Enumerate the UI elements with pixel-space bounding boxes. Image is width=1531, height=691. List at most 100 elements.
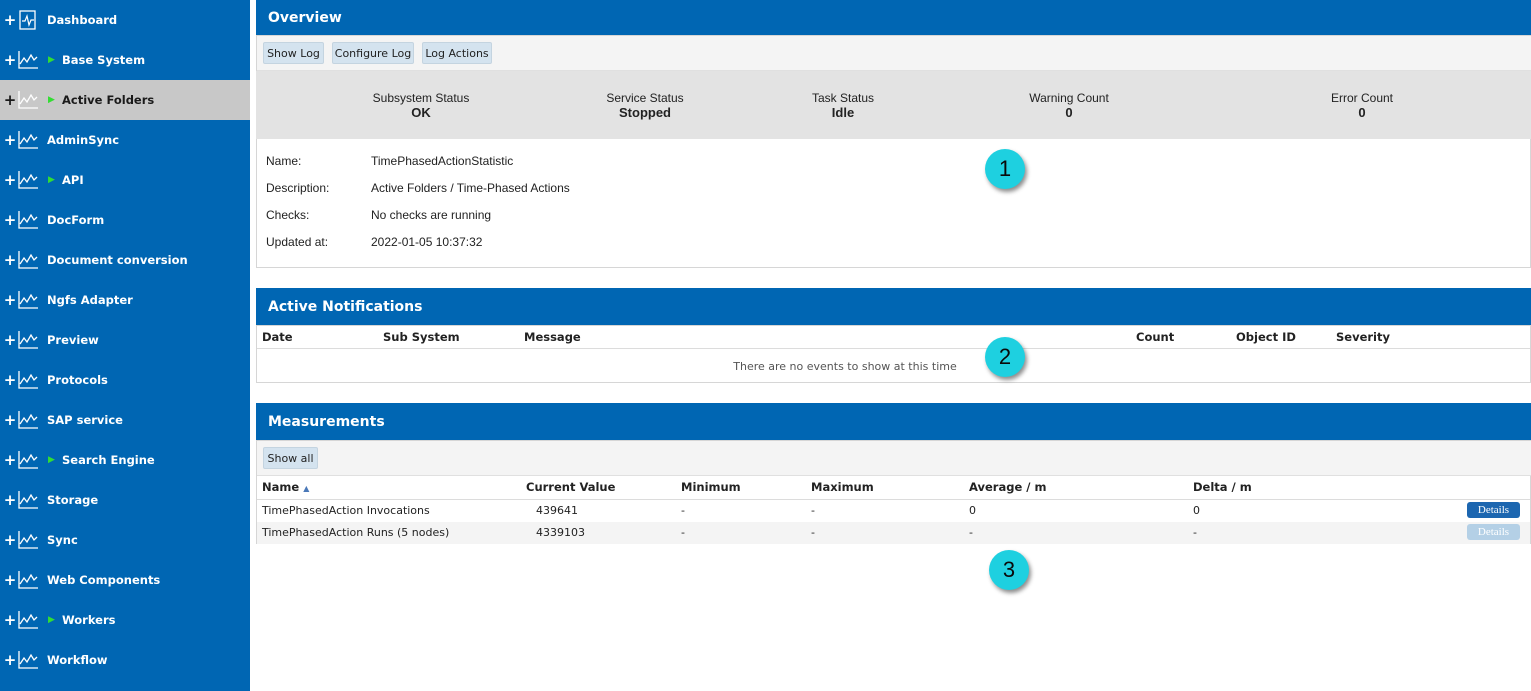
expand-plus-icon[interactable]: + xyxy=(3,451,17,469)
row1-name: TimePhasedAction Invocations xyxy=(262,504,430,517)
sidebar-item-label: Search Engine xyxy=(62,453,155,467)
sidebar-item-label: Storage xyxy=(47,493,99,507)
expand-plus-icon[interactable]: + xyxy=(3,371,17,389)
configure-log-button[interactable]: Configure Log xyxy=(332,42,414,64)
sidebar-item-label: Web Components xyxy=(47,573,161,587)
col-message[interactable]: Message xyxy=(524,330,581,344)
notifications-header-divider xyxy=(257,348,1530,349)
notifications-title: Active Notifications xyxy=(268,298,423,315)
line-chart-icon xyxy=(17,490,39,510)
sidebar-item-dashboard[interactable]: + Dashboard xyxy=(0,0,250,40)
service-status: Service Status Stopped xyxy=(590,91,700,120)
sidebar-item-label: Dashboard xyxy=(47,13,118,27)
measurements-header: Measurements xyxy=(256,403,1531,440)
sidebar-item-protocols[interactable]: + Protocols xyxy=(0,360,250,400)
expand-arrow-icon[interactable]: ▶ xyxy=(48,615,58,625)
sidebar-item-sync[interactable]: + Sync xyxy=(0,520,250,560)
sidebar-item-sap-service[interactable]: + SAP service xyxy=(0,400,250,440)
error-count: Error Count 0 xyxy=(1307,91,1417,120)
sidebar-item-label: Active Folders xyxy=(62,93,155,107)
sidebar-item-web-components[interactable]: + Web Components xyxy=(0,560,250,600)
line-chart-icon xyxy=(17,170,39,190)
sidebar-item-adminsync[interactable]: + AdminSync xyxy=(0,120,250,160)
col-name-label: Name xyxy=(262,480,300,494)
details-button[interactable]: Details xyxy=(1467,502,1520,518)
col-delta[interactable]: Delta / m xyxy=(1193,480,1252,494)
expand-arrow-icon[interactable]: ▶ xyxy=(48,455,58,465)
sidebar-item-workflow[interactable]: + Workflow xyxy=(0,640,250,680)
col-minimum[interactable]: Minimum xyxy=(681,480,741,494)
log-actions-button[interactable]: Log Actions xyxy=(422,42,492,64)
sidebar-item-api[interactable]: + ▶ API xyxy=(0,160,250,200)
sidebar-item-label: AdminSync xyxy=(47,133,120,147)
sidebar-item-workers[interactable]: + ▶ Workers xyxy=(0,600,250,640)
overview-toolbar: Show Log Configure Log Log Actions xyxy=(257,36,1531,71)
sidebar-item-document-conversion[interactable]: + Document conversion xyxy=(0,240,250,280)
sidebar-item-base-system[interactable]: + ▶ Base System xyxy=(0,40,250,80)
task-status: Task Status Idle xyxy=(788,91,898,120)
line-chart-icon xyxy=(17,330,39,350)
expand-arrow-icon[interactable]: ▶ xyxy=(48,55,58,65)
callout-badge: 1 xyxy=(985,149,1025,189)
dashboard-icon xyxy=(17,10,39,30)
sidebar-item-label: SAP service xyxy=(47,413,123,427)
sidebar-item-ngfs-adapter[interactable]: + Ngfs Adapter xyxy=(0,280,250,320)
col-current-value[interactable]: Current Value xyxy=(526,480,615,494)
col-sub-system[interactable]: Sub System xyxy=(383,330,460,344)
subsystem-status: Subsystem Status OK xyxy=(366,91,476,120)
expand-plus-icon[interactable]: + xyxy=(3,291,17,309)
expand-plus-icon[interactable]: + xyxy=(3,651,17,669)
measurements-title: Measurements xyxy=(268,413,385,430)
sidebar-item-label: API xyxy=(62,173,84,187)
task-status-title: Task Status xyxy=(811,91,875,105)
expand-plus-icon[interactable]: + xyxy=(3,131,17,149)
callout-badge: 2 xyxy=(985,337,1025,377)
info-name-label: Name: xyxy=(266,154,302,168)
subsystem-status-value: OK xyxy=(411,105,431,120)
sidebar-item-docform[interactable]: + DocForm xyxy=(0,200,250,240)
sidebar-item-search-engine[interactable]: + ▶ Search Engine xyxy=(0,440,250,480)
details-button-disabled: Details xyxy=(1467,524,1520,540)
expand-plus-icon[interactable]: + xyxy=(3,571,17,589)
col-name[interactable]: Name ▲ xyxy=(262,480,309,494)
col-average[interactable]: Average / m xyxy=(969,480,1046,494)
show-all-button[interactable]: Show all xyxy=(263,447,318,469)
expand-plus-icon[interactable]: + xyxy=(3,51,17,69)
callout-badge: 3 xyxy=(989,550,1029,590)
overview-panel: Show Log Configure Log Log Actions xyxy=(256,35,1531,268)
info-updated-value: 2022-01-05 10:37:32 xyxy=(371,235,483,249)
notifications-header: Active Notifications xyxy=(256,288,1531,325)
sidebar-item-storage[interactable]: + Storage xyxy=(0,480,250,520)
expand-plus-icon[interactable]: + xyxy=(3,171,17,189)
expand-plus-icon[interactable]: + xyxy=(3,251,17,269)
line-chart-icon xyxy=(17,90,39,110)
expand-plus-icon[interactable]: + xyxy=(3,91,17,109)
expand-arrow-icon[interactable]: ▶ xyxy=(48,175,58,185)
col-object-id[interactable]: Object ID xyxy=(1236,330,1296,344)
col-severity[interactable]: Severity xyxy=(1336,330,1390,344)
expand-plus-icon[interactable]: + xyxy=(3,611,17,629)
row2-current: 4339103 xyxy=(536,526,585,539)
show-log-button[interactable]: Show Log xyxy=(263,42,324,64)
col-maximum[interactable]: Maximum xyxy=(811,480,874,494)
col-date[interactable]: Date xyxy=(262,330,293,344)
expand-plus-icon[interactable]: + xyxy=(3,531,17,549)
service-status-value: Stopped xyxy=(619,105,671,120)
row2-name: TimePhasedAction Runs (5 nodes) xyxy=(262,526,450,539)
expand-plus-icon[interactable]: + xyxy=(3,331,17,349)
expand-arrow-icon[interactable]: ▶ xyxy=(48,95,58,105)
expand-plus-icon[interactable]: + xyxy=(3,11,17,29)
sidebar-item-label: Protocols xyxy=(47,373,108,387)
row1-current: 439641 xyxy=(536,504,578,517)
sidebar-item-preview[interactable]: + Preview xyxy=(0,320,250,360)
service-status-title: Service Status xyxy=(606,91,684,105)
expand-plus-icon[interactable]: + xyxy=(3,411,17,429)
expand-plus-icon[interactable]: + xyxy=(3,491,17,509)
line-chart-icon xyxy=(17,610,39,630)
warning-count-value: 0 xyxy=(1065,105,1073,120)
info-updated-label: Updated at: xyxy=(266,235,329,249)
sidebar-item-active-folders[interactable]: + ▶ Active Folders xyxy=(0,80,250,120)
col-count[interactable]: Count xyxy=(1136,330,1174,344)
expand-plus-icon[interactable]: + xyxy=(3,211,17,229)
measurements-header-divider xyxy=(257,499,1530,500)
